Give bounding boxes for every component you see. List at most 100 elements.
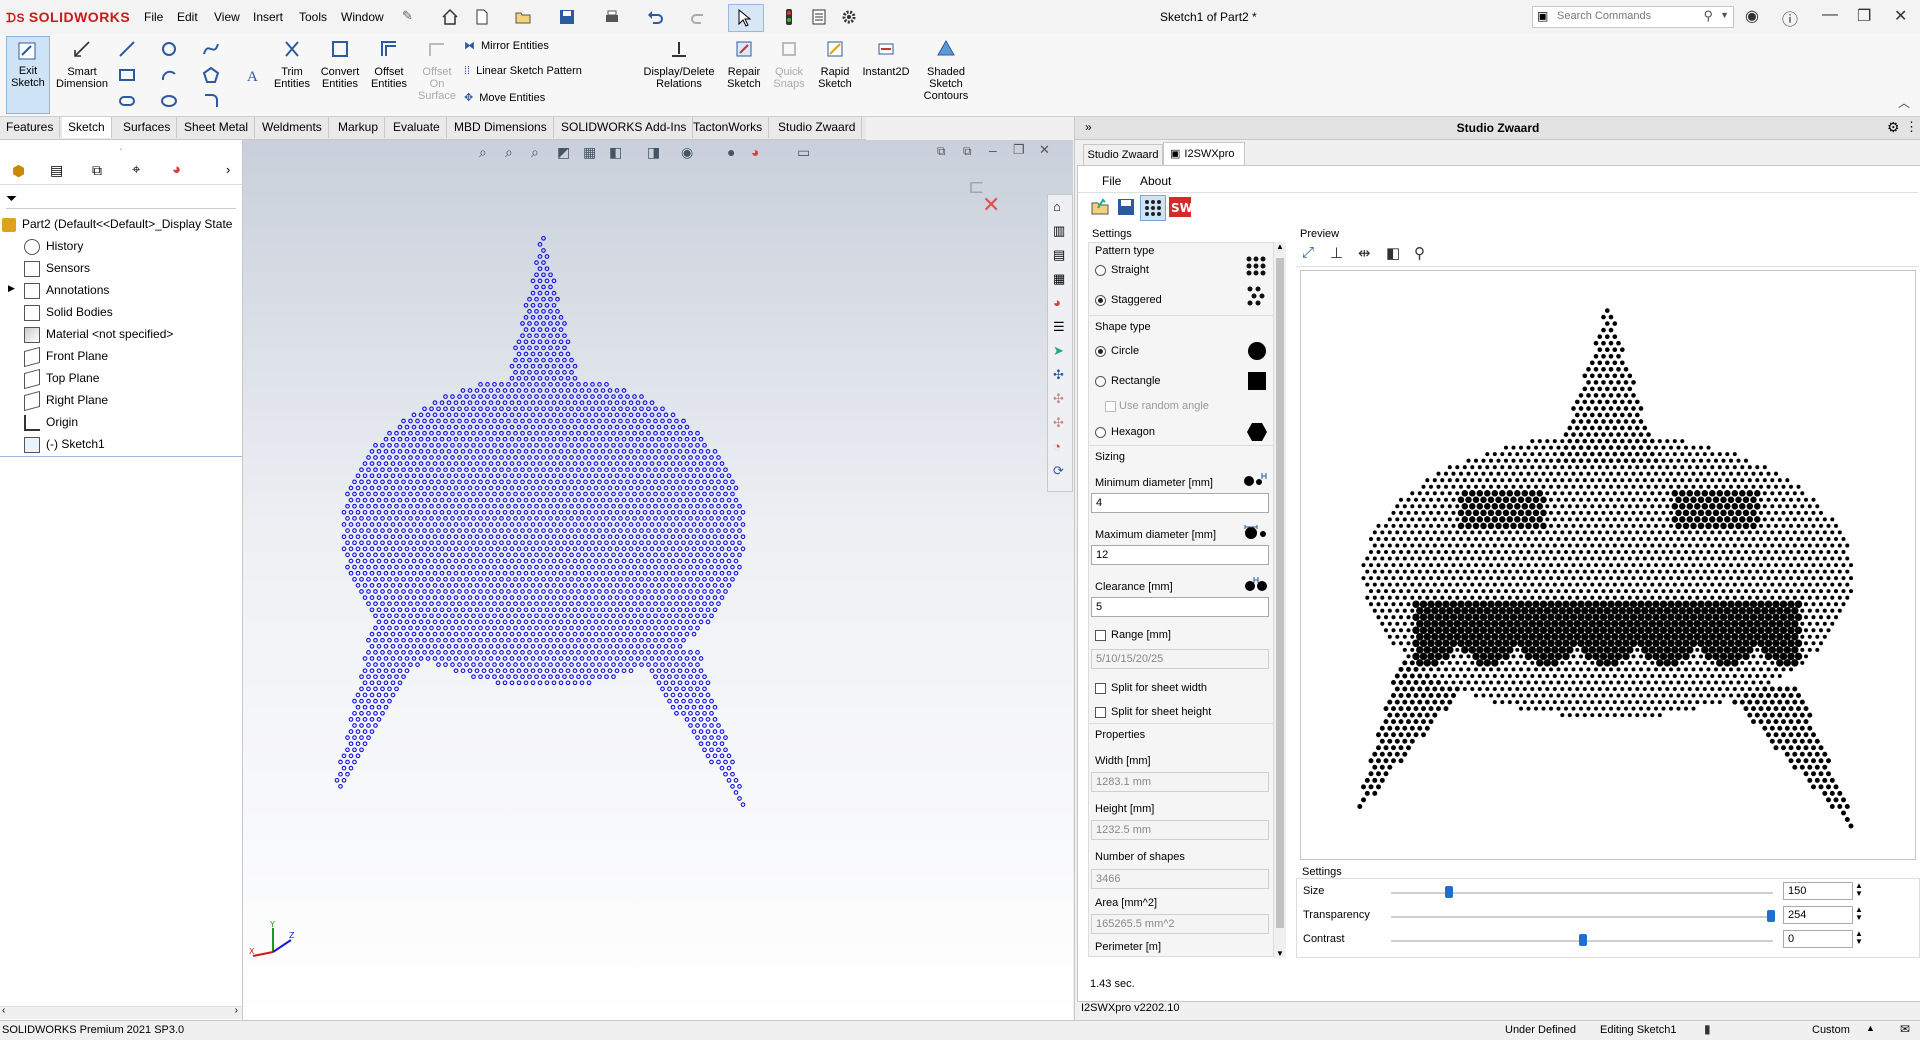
dot-pattern-view-button[interactable] — [1140, 195, 1166, 221]
horizontal-scrollbar[interactable]: ‹ › — [0, 1005, 242, 1019]
tree-item-history[interactable]: History — [24, 235, 83, 257]
apply-scene-icon[interactable]: ◕ — [751, 144, 759, 160]
chevron-down-icon[interactable]: ▼ — [1720, 10, 1729, 20]
save-icon[interactable] — [558, 8, 576, 26]
clock-icon[interactable]: ◔ — [1053, 439, 1061, 454]
display-manager-icon[interactable]: ◕ — [172, 161, 181, 178]
help-icon[interactable]: ⓘ — [1782, 6, 1798, 30]
menu-window[interactable]: Window — [341, 10, 384, 24]
close-icon[interactable]: ✕ — [1894, 6, 1907, 26]
search-commands-input[interactable]: ▣ Search Commands ⚲ ▼ — [1532, 6, 1734, 28]
studio-zwaard-task-icon[interactable]: ➤ — [1053, 343, 1064, 359]
sync-icon[interactable]: ⟳ — [1053, 463, 1064, 479]
rectangle-label[interactable]: Rectangle — [1111, 375, 1161, 387]
tab-sketch[interactable]: Sketch — [62, 117, 112, 138]
tree-item-front-plane[interactable]: Front Plane — [24, 345, 108, 367]
addin-disabled-icon[interactable]: ✣ — [1053, 391, 1064, 407]
file-explorer-icon[interactable]: ▤ — [1053, 247, 1065, 263]
save-pattern-icon[interactable] — [1116, 197, 1136, 217]
expand-arrow-icon[interactable]: ▶ — [8, 283, 15, 294]
circle-label[interactable]: Circle — [1111, 345, 1139, 357]
restore-icon[interactable]: ❐ — [1857, 6, 1871, 26]
rectangle-radio[interactable] — [1095, 376, 1106, 387]
split-width-checkbox[interactable] — [1095, 683, 1106, 694]
viewport-restore-icon[interactable]: ❐ — [1013, 142, 1025, 158]
tab-studio-zwaard[interactable]: Studio Zwaard — [772, 117, 863, 138]
tree-item-material[interactable]: Material <not specified> — [24, 323, 173, 345]
preview-canvas[interactable] — [1300, 270, 1916, 860]
smart-dimension-button[interactable]: Smart Dimension — [56, 38, 108, 90]
send-to-solidworks-icon[interactable]: SW — [1168, 196, 1192, 218]
move-entities-button[interactable]: ✥ Move Entities — [464, 91, 545, 104]
pin-icon[interactable]: ✎ — [402, 8, 413, 24]
rapid-sketch-button[interactable]: Rapid Sketch — [814, 38, 856, 90]
section-view-icon[interactable]: ◩ — [557, 144, 570, 161]
fillet-icon[interactable] — [202, 92, 220, 110]
search-icon[interactable]: ⚲ — [1703, 8, 1713, 24]
redo-icon[interactable] — [690, 8, 708, 26]
addin-icon[interactable]: ✣ — [1053, 367, 1064, 383]
tree-root-part[interactable]: Part2 (Default<<Default>_Display State — [2, 213, 240, 235]
quick-snaps-button[interactable]: Quick Snaps — [768, 38, 810, 90]
split-height-label[interactable]: Split for sheet height — [1111, 706, 1211, 718]
staggered-label[interactable]: Staggered — [1111, 294, 1162, 306]
slot-icon[interactable] — [118, 92, 136, 110]
hexagon-radio[interactable] — [1095, 427, 1106, 438]
tile-window-icon[interactable]: ⧉ — [937, 144, 946, 159]
trim-entities-button[interactable]: Trim Entities — [270, 38, 314, 90]
menu-insert[interactable]: Insert — [253, 10, 283, 24]
align-center-icon[interactable]: ⊥ — [1330, 244, 1343, 262]
max-diameter-input[interactable] — [1091, 545, 1269, 565]
appearances-icon[interactable]: ◕ — [1053, 295, 1061, 310]
file-properties-icon[interactable] — [810, 8, 828, 26]
expand-window-icon[interactable]: ⧉ — [963, 144, 972, 159]
tree-item-sensors[interactable]: Sensors — [24, 257, 90, 279]
traffic-light-icon[interactable] — [780, 8, 798, 26]
menu-file-panel[interactable]: File — [1102, 174, 1121, 188]
design-library-icon[interactable]: ▥ — [1053, 223, 1065, 239]
tab-tactonworks[interactable]: TactonWorks — [687, 117, 770, 138]
viewport-close-icon[interactable]: ✕ — [1039, 142, 1050, 158]
previous-view-icon[interactable]: ⌕ — [531, 144, 539, 161]
panel-settings-icon[interactable]: ⚙ — [1887, 119, 1900, 136]
print-icon[interactable] — [603, 8, 621, 26]
tree-item-origin[interactable]: Origin — [24, 411, 78, 433]
circle-tool-icon[interactable] — [160, 40, 178, 58]
tree-item-solid-bodies[interactable]: Solid Bodies — [24, 301, 113, 323]
collapse-ribbon-icon[interactable]: ︿ — [1898, 94, 1910, 111]
home-icon[interactable] — [441, 8, 459, 26]
mirror-entities-button[interactable]: ⧓ Mirror Entities — [464, 39, 549, 52]
user-account-icon[interactable]: ◉ — [1745, 6, 1759, 26]
range-checkbox[interactable] — [1095, 630, 1106, 641]
filter-icon[interactable]: ⏷ — [6, 190, 17, 207]
tab-markup[interactable]: Markup — [332, 117, 386, 138]
custom-properties-icon[interactable]: ☰ — [1053, 319, 1065, 335]
configuration-manager-icon[interactable]: ⧉ — [92, 162, 102, 179]
tree-item-sketch1[interactable]: (-) Sketch1 — [24, 433, 105, 455]
view-palette-icon[interactable]: ▦ — [1053, 271, 1065, 287]
menu-edit[interactable]: Edit — [177, 10, 198, 24]
tab-i2swxpro[interactable]: ▣ I2SWXpro — [1163, 142, 1245, 166]
splitter-handle[interactable]: ◦ — [0, 144, 242, 158]
menu-file[interactable]: File — [144, 10, 163, 24]
arc-icon[interactable] — [160, 66, 178, 84]
linear-sketch-pattern-button[interactable]: ⁞⁞ Linear Sketch Pattern — [464, 65, 582, 77]
fit-view-icon[interactable]: ⤢ — [1302, 244, 1314, 261]
split-width-label[interactable]: Split for sheet width — [1111, 682, 1207, 694]
property-manager-icon[interactable]: ▤ — [50, 162, 63, 179]
tab-sheet-metal[interactable]: Sheet Metal — [178, 117, 256, 138]
viewport-minimize-icon[interactable]: – — [989, 142, 997, 158]
circle-radio[interactable] — [1095, 346, 1106, 357]
expand-panel-icon[interactable]: › — [226, 162, 230, 177]
offset-entities-button[interactable]: Offset Entities — [365, 38, 413, 90]
open-folder-icon[interactable] — [514, 8, 532, 26]
text-tool-icon[interactable]: A — [244, 66, 262, 84]
instant2d-button[interactable]: Instant2D — [858, 38, 914, 78]
hide-show-items-icon[interactable]: ◉ — [681, 144, 693, 161]
straight-radio[interactable] — [1095, 265, 1106, 276]
range-input[interactable] — [1091, 649, 1269, 669]
rollback-bar[interactable] — [0, 456, 242, 457]
offset-on-surface-button[interactable]: Offset On Surface — [414, 38, 460, 102]
convert-entities-button[interactable]: Convert Entities — [316, 38, 364, 90]
options-gear-icon[interactable] — [840, 8, 858, 26]
